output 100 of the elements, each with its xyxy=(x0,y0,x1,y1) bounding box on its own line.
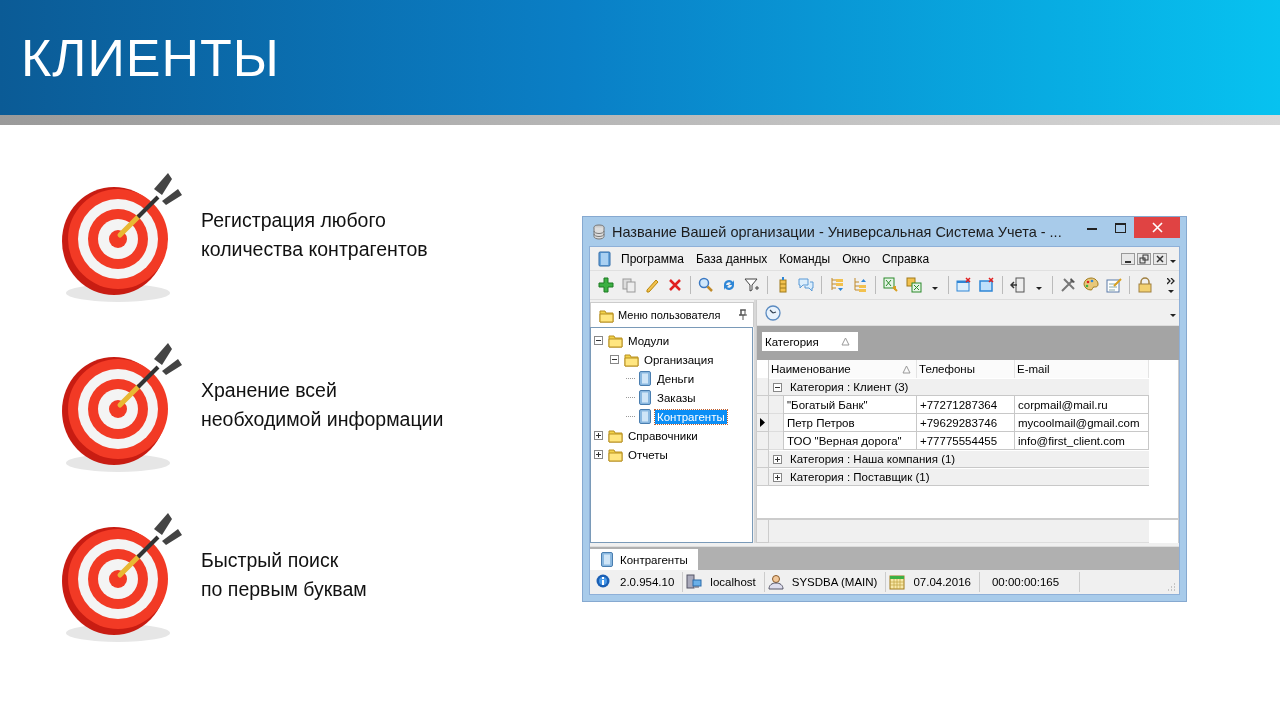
collapse-toggle[interactable] xyxy=(610,355,619,364)
collapse-toggle[interactable] xyxy=(773,382,782,392)
document-icon xyxy=(600,552,614,567)
maximize-icon xyxy=(1114,222,1126,233)
filter-icon[interactable] xyxy=(744,277,760,293)
table-cell: "Богатый Банк" xyxy=(783,396,917,414)
collapse-toggle[interactable] xyxy=(594,336,603,345)
feature-text: Быстрый поиск по первым буквам xyxy=(201,548,367,602)
group-indent xyxy=(769,396,783,414)
status-text: SYSDBA (MAIN) xyxy=(791,576,878,588)
spreadsheet-icon[interactable] xyxy=(906,277,922,293)
tree-item[interactable]: Заказы xyxy=(655,390,698,405)
book-icon[interactable] xyxy=(598,250,611,267)
column-header[interactable]: E-mail xyxy=(1015,360,1149,378)
tools-icon[interactable] xyxy=(1060,277,1076,293)
window-icon[interactable] xyxy=(956,277,972,293)
dropdown-caret-icon[interactable] xyxy=(1036,286,1042,290)
pencil-icon[interactable] xyxy=(644,277,660,293)
dropdown-caret-icon[interactable] xyxy=(1170,314,1176,317)
group-row-label: Категория : Клиент (3) xyxy=(790,381,909,393)
tree-item[interactable]: Модули xyxy=(626,333,672,348)
pin-icon[interactable] xyxy=(737,309,749,321)
column-header-label: Наименование xyxy=(771,363,851,375)
current-row-icon xyxy=(760,418,765,427)
folder-icon xyxy=(624,352,639,367)
feature-text: Хранение всей необходимой информации xyxy=(201,378,444,432)
info-icon xyxy=(596,574,612,590)
document-icon xyxy=(638,371,652,386)
delete-icon[interactable] xyxy=(667,277,683,293)
group-by-chip[interactable]: Категория xyxy=(762,332,858,351)
column-header-label: E-mail xyxy=(1017,363,1050,375)
plus-icon[interactable] xyxy=(598,277,614,293)
server-icon xyxy=(686,574,703,590)
table-cell: +77271287364 xyxy=(917,396,1015,414)
folder-icon xyxy=(608,428,623,443)
mdi-minimize-button[interactable] xyxy=(1121,252,1135,265)
panel-tab-label: Меню пользователя xyxy=(618,309,722,321)
panel-tab[interactable]: Меню пользователя xyxy=(590,302,754,327)
lock-icon[interactable] xyxy=(1137,277,1153,293)
document-tab-label: Контрагенты xyxy=(620,553,688,566)
calendar-icon xyxy=(889,574,906,590)
palette-icon[interactable] xyxy=(1083,277,1099,293)
table-cell: corpmail@mail.ru xyxy=(1015,396,1149,414)
sort-ascending-icon xyxy=(840,337,850,346)
speech-bubbles-icon[interactable] xyxy=(798,277,814,293)
table-cell: mycoolmail@gmail.com xyxy=(1015,414,1149,432)
table-cell: Петр Петров xyxy=(783,414,917,432)
window-title: Название Вашей организации - Универсальная Система Учета - ... xyxy=(612,223,1063,240)
dropdown-caret-icon[interactable] xyxy=(932,286,938,290)
column-header-label: Телефоны xyxy=(919,363,975,375)
group-row[interactable]: Категория : Поставщик (1) xyxy=(769,468,1149,486)
clock-icon[interactable] xyxy=(765,304,781,321)
group-row-label: Категория : Поставщик (1) xyxy=(790,471,930,483)
slide-title: КЛИЕНТЫ xyxy=(21,27,280,88)
spreadsheet-icon[interactable] xyxy=(883,277,899,293)
status-text: localhost xyxy=(710,576,756,588)
folder-icon xyxy=(599,307,614,323)
tree-item[interactable]: Отчеты xyxy=(626,447,670,462)
menu-item[interactable]: Справка xyxy=(876,251,936,266)
expand-toggle[interactable] xyxy=(594,450,603,459)
window-icon[interactable] xyxy=(979,277,995,293)
folder-icon xyxy=(608,333,623,348)
group-row[interactable]: Категория : Наша компания (1) xyxy=(769,450,1149,468)
group-indent xyxy=(769,432,783,450)
mdi-restore-button[interactable] xyxy=(1137,252,1151,265)
menu-item[interactable]: Программа xyxy=(615,251,690,266)
mdi-close-button[interactable] xyxy=(1153,252,1167,265)
tree-item[interactable]: Организация xyxy=(642,352,716,367)
status-text: 00:00:00:165 xyxy=(991,576,1060,588)
column-header[interactable]: Телефоны xyxy=(917,360,1015,378)
user-icon xyxy=(767,574,784,590)
document-icon xyxy=(638,390,652,405)
column-header[interactable]: Наименование xyxy=(769,360,917,378)
menu-item[interactable]: Команды xyxy=(773,251,837,266)
sort-ascending-icon xyxy=(902,364,911,374)
group-row-label: Категория : Наша компания (1) xyxy=(790,453,956,465)
document-tab[interactable]: Контрагенты xyxy=(590,549,698,570)
feature-text: Регистрация любого количества контрагентов xyxy=(201,208,428,262)
resize-grip-icon[interactable] xyxy=(1167,583,1176,592)
table-cell: +79629283746 xyxy=(917,414,1015,432)
status-text: 07.04.2016 xyxy=(913,576,971,588)
dropdown-caret-icon[interactable] xyxy=(1170,260,1176,263)
expand-toggle[interactable] xyxy=(594,431,603,440)
expand-toggle[interactable] xyxy=(773,454,782,464)
refresh-icon[interactable] xyxy=(721,277,737,293)
menu-item[interactable]: База данных xyxy=(689,251,774,266)
folder-icon xyxy=(608,447,623,462)
search-icon[interactable] xyxy=(698,277,714,293)
toolbar-overflow-icon[interactable] xyxy=(1167,277,1175,293)
close-icon xyxy=(1151,222,1163,233)
database-icon xyxy=(592,223,606,240)
tree-item[interactable]: Деньги xyxy=(655,371,697,386)
expand-toggle[interactable] xyxy=(773,472,782,482)
group-row[interactable]: Категория : Клиент (3) xyxy=(769,378,1149,396)
document-icon xyxy=(638,409,652,424)
door-icon[interactable] xyxy=(1010,277,1026,293)
group-by-label: Категория xyxy=(765,335,819,348)
status-text: 2.0.954.10 xyxy=(620,576,675,588)
menu-item[interactable]: Окно xyxy=(836,251,877,266)
tree-item[interactable]: Справочники xyxy=(626,428,700,443)
